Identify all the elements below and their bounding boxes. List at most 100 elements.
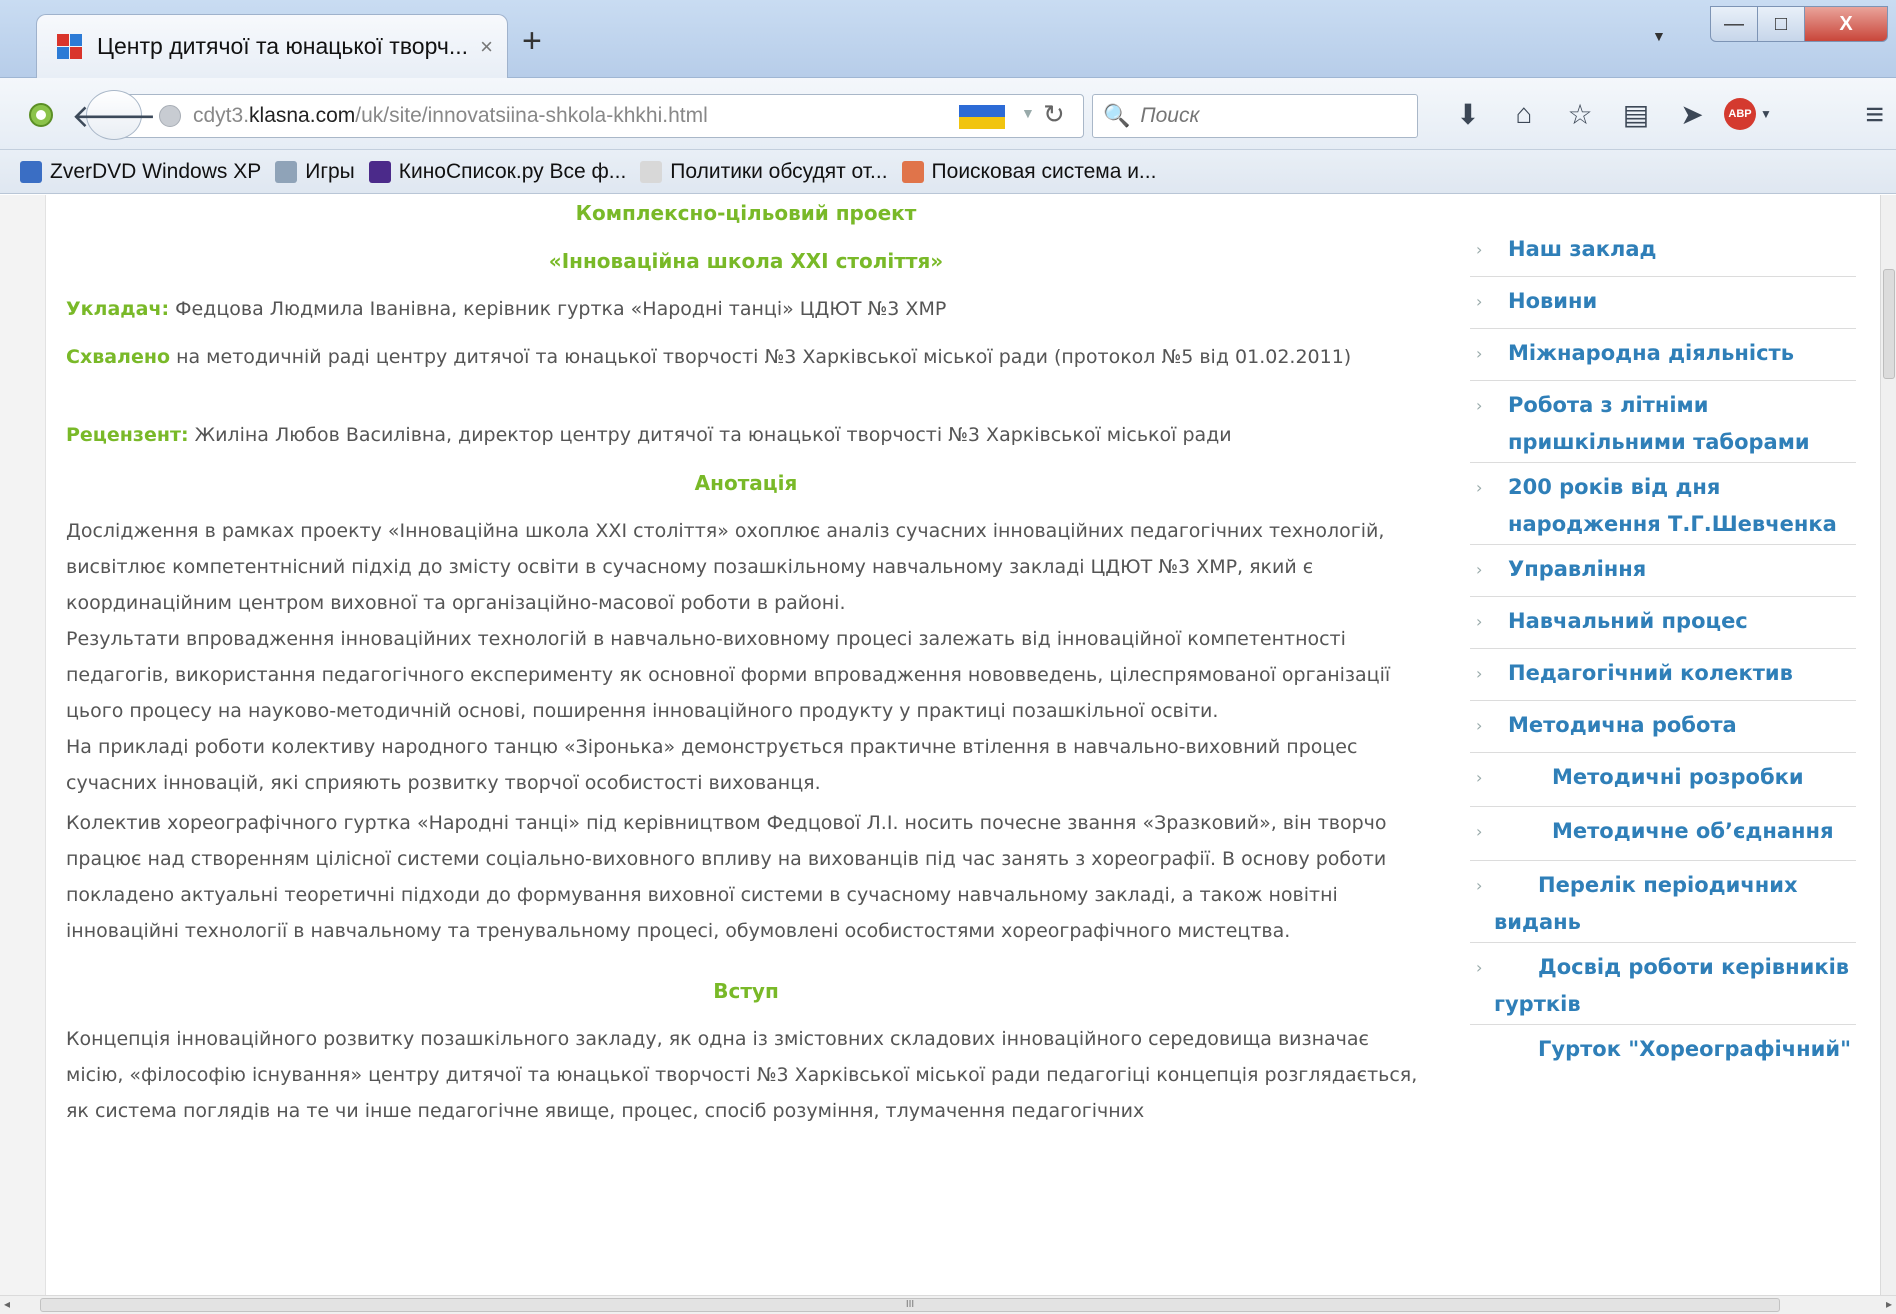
chevron-right-icon: ›: [1476, 478, 1483, 497]
navigation-toolbar: 🡐 cdyt3.klasna.com/uk/site/innovatsiina-…: [0, 78, 1896, 150]
bookmark-label: Политики обсудят от...: [670, 159, 888, 183]
hamburger-menu-icon[interactable]: ≡: [1865, 96, 1884, 133]
approved-text: на методичній раді центру дитячої та юна…: [170, 346, 1352, 368]
sidebar-item-label: Міжнародна діяльність: [1508, 341, 1794, 365]
bookmark-item[interactable]: КиноСписок.ру Все ф...: [368, 160, 626, 184]
sidebar-item[interactable]: › Перелік періодичних видань: [1470, 861, 1856, 943]
minimize-button[interactable]: —: [1710, 6, 1758, 42]
site-identity-globe-icon[interactable]: [159, 105, 181, 127]
chevron-right-icon: ›: [1476, 958, 1483, 977]
reviewer-line: Рецензент: Жиліна Любов Василівна, дирек…: [66, 417, 1426, 453]
bookmark-label: ZverDVD Windows XP: [50, 159, 262, 183]
url-text: cdyt3.klasna.com/uk/site/innovatsiina-sh…: [193, 104, 708, 127]
close-window-button[interactable]: X: [1804, 6, 1888, 42]
bookmark-item[interactable]: ZverDVD Windows XP: [20, 160, 261, 184]
horizontal-scrollbar[interactable]: ◂ III ▸: [0, 1295, 1896, 1314]
sidebar-item-label: Методичне об’єднання: [1552, 819, 1834, 843]
arrow-left-icon: 🡐: [71, 97, 157, 134]
bookmark-favicon-icon: [20, 160, 42, 183]
sidebar-item[interactable]: › Методична робота: [1470, 701, 1856, 753]
window-controls: — □ X: [1710, 6, 1888, 42]
bookmark-label: Поисковая система и...: [931, 159, 1157, 183]
adblock-icon: ABP: [1724, 98, 1757, 130]
bookmark-favicon-icon: [901, 160, 924, 183]
sidebar-item-label: Гурток "Хореографічний": [1538, 1037, 1852, 1061]
toolbar-icons: ⬇ ⌂ ☆ ▤ ➤ ABP ▼: [1440, 92, 1776, 136]
chevron-right-icon: ›: [1476, 344, 1483, 363]
new-tab-button[interactable]: +: [522, 22, 542, 61]
reviewer-text: Жиліна Любов Василівна, директор центру …: [188, 424, 1232, 446]
sidebar-item[interactable]: › Новини: [1470, 277, 1856, 329]
horizontal-scroll-thumb[interactable]: III: [40, 1298, 1780, 1312]
chevron-right-icon: ›: [1476, 876, 1483, 895]
sidebar-item-label: 200 років від дня народження Т.Г.Шевченк…: [1508, 475, 1837, 536]
annotation-paragraph-2: Результати впровадження інноваційних тех…: [66, 628, 1391, 722]
back-button[interactable]: 🡐: [71, 90, 157, 140]
bookmark-star-icon[interactable]: ☆: [1552, 92, 1608, 136]
maximize-button[interactable]: □: [1757, 6, 1805, 42]
approved-line: Схвалено на методичній раді центру дитяч…: [66, 339, 1426, 375]
site-favicon-icon: [57, 33, 83, 60]
annotation-heading: Анотація: [694, 471, 798, 495]
sidebar-item[interactable]: › Методичні розробки: [1470, 753, 1856, 807]
search-input[interactable]: [1140, 104, 1401, 128]
intro-paragraph: Концепція інноваційного розвитку позашкі…: [66, 1028, 1418, 1122]
bookmark-item[interactable]: Политики обсудят от...: [640, 159, 888, 184]
sidebar-item-label: Методична робота: [1508, 713, 1737, 737]
chevron-right-icon: ›: [1476, 716, 1483, 735]
sidebar-item[interactable]: › Наш заклад: [1470, 225, 1856, 277]
sidebar-item[interactable]: › Педагогічний колектив: [1470, 649, 1856, 701]
reviewer-label: Рецензент:: [66, 424, 189, 446]
compiler-label: Укладач:: [66, 298, 170, 320]
chevron-right-icon: ›: [1476, 612, 1483, 631]
bookmark-favicon-icon: [368, 160, 391, 183]
browser-tab-active[interactable]: Центр дитячої та юнацької творч... ×: [36, 14, 508, 78]
url-history-dropdown-icon[interactable]: ▼: [1021, 105, 1035, 121]
annotation-paragraph-4: Колектив хореографічного гуртка «Народні…: [66, 812, 1387, 942]
sidebar-item[interactable]: › Міжнародна діяльність: [1470, 329, 1856, 381]
ukraine-flag-icon[interactable]: [959, 105, 1005, 129]
title-bar: Центр дитячої та юнацької творч... × + ▼…: [0, 0, 1896, 78]
tab-list-dropdown-icon[interactable]: ▼: [1652, 28, 1666, 44]
page-viewport: Комплексно-цільовий проект «Інноваційна …: [0, 195, 1880, 1295]
home-icon[interactable]: ⌂: [1496, 92, 1552, 136]
addon-leaf-icon[interactable]: [26, 100, 56, 130]
chevron-right-icon: ›: [1476, 822, 1483, 841]
search-box[interactable]: 🔍: [1092, 94, 1418, 138]
tab-close-icon[interactable]: ×: [480, 34, 493, 60]
vertical-scroll-thumb[interactable]: [1883, 269, 1895, 379]
chevron-right-icon: ›: [1476, 292, 1483, 311]
sidebar-item[interactable]: › Досвід роботи керівників гуртків: [1470, 943, 1856, 1025]
sidebar-item[interactable]: › 200 років від дня народження Т.Г.Шевчен…: [1470, 463, 1856, 545]
bookmark-item[interactable]: Поисковая система и...: [901, 159, 1157, 184]
reload-icon[interactable]: ↻: [1043, 99, 1065, 130]
sidebar-item[interactable]: › Методичне об’єднання: [1470, 807, 1856, 861]
reading-list-icon[interactable]: ▤: [1608, 92, 1664, 136]
send-pocket-icon[interactable]: ➤: [1664, 92, 1720, 136]
sidebar-item-label: Педагогічний колектив: [1508, 661, 1793, 685]
sidebar-item[interactable]: › Навчальний процес: [1470, 597, 1856, 649]
adblock-button[interactable]: ABP ▼: [1720, 92, 1776, 136]
compiler-line: Укладач: Федцова Людмила Іванівна, керів…: [66, 291, 1426, 327]
sidebar-item[interactable]: › Робота з літніми пришкільними таборами: [1470, 381, 1856, 463]
intro-heading: Вступ: [713, 979, 779, 1003]
sidebar-item-label: Навчальний процес: [1508, 609, 1748, 633]
sidebar-item-label: Робота з літніми пришкільними таборами: [1508, 393, 1810, 454]
vertical-scrollbar[interactable]: [1880, 195, 1896, 1295]
compiler-text: Федцова Людмила Іванівна, керівник гуртк…: [169, 298, 947, 320]
scroll-right-icon[interactable]: ▸: [1886, 1297, 1892, 1311]
scroll-left-icon[interactable]: ◂: [4, 1297, 10, 1311]
annotation-paragraph-1: Дослідження в рамках проекту «Інноваційн…: [66, 520, 1385, 614]
article-subtitle: «Інноваційна школа XXI століття»: [548, 249, 944, 273]
adblock-dropdown-icon[interactable]: ▼: [1760, 107, 1772, 121]
sidebar-item-label: Управління: [1508, 557, 1647, 581]
sidebar-item[interactable]: Гурток "Хореографічний": [1470, 1025, 1856, 1099]
address-bar[interactable]: cdyt3.klasna.com/uk/site/innovatsiina-sh…: [118, 94, 1084, 138]
approved-label: Схвалено: [66, 346, 171, 368]
sidebar-item-label: Перелік періодичних видань: [1494, 873, 1798, 934]
bookmark-item[interactable]: Игры: [275, 160, 355, 184]
tab-title: Центр дитячої та юнацької творч...: [97, 33, 469, 59]
downloads-icon[interactable]: ⬇: [1440, 92, 1496, 136]
sidebar-item[interactable]: › Управління: [1470, 545, 1856, 597]
bookmark-favicon-icon: [275, 160, 298, 183]
